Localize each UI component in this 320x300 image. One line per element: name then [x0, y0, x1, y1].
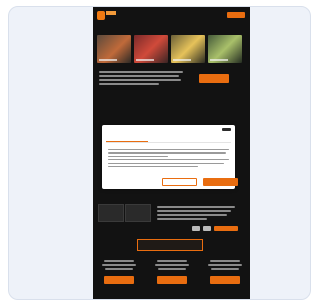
- consent-tab[interactable]: [189, 135, 231, 142]
- text-line: [99, 74, 179, 77]
- text-line: [108, 159, 229, 161]
- text-line: [108, 165, 198, 168]
- column-button[interactable]: [157, 275, 187, 284]
- text-line: [108, 152, 226, 154]
- text-line: [102, 263, 136, 266]
- gallery-image[interactable]: [171, 35, 205, 63]
- text-line: [157, 217, 207, 220]
- preview-card: [8, 6, 311, 300]
- feature-column: [97, 257, 141, 284]
- deny-button[interactable]: [162, 178, 197, 186]
- image-caption: [210, 59, 228, 61]
- text-line: [158, 267, 186, 270]
- info-box: [98, 204, 124, 222]
- text-line: [157, 206, 235, 208]
- feature-columns: [97, 257, 247, 284]
- cookie-consent-dialog: [102, 125, 238, 189]
- consent-tab[interactable]: [148, 135, 190, 142]
- text-line: [211, 267, 239, 270]
- header-cta-button[interactable]: [227, 12, 245, 18]
- text-line: [155, 263, 189, 266]
- text-line: [105, 267, 133, 270]
- image-gallery: [97, 35, 242, 63]
- text-line: [157, 209, 231, 212]
- text-line: [208, 263, 242, 266]
- allow-all-button[interactable]: [203, 178, 238, 186]
- consent-body: [108, 147, 229, 169]
- intro-button[interactable]: [199, 74, 229, 83]
- consent-provider-logo: [222, 128, 231, 131]
- consent-tab[interactable]: [106, 135, 148, 142]
- text-line: [108, 149, 229, 151]
- small-button[interactable]: [192, 226, 200, 231]
- info-text-block: [157, 206, 237, 222]
- brand-logo-wordmark: [106, 11, 116, 15]
- text-line: [104, 260, 134, 262]
- text-line: [99, 78, 181, 81]
- text-line: [157, 213, 227, 216]
- intro-text-block: [99, 71, 183, 87]
- consent-tabs: [106, 135, 231, 143]
- gallery-image[interactable]: [134, 35, 168, 63]
- text-line: [108, 162, 224, 164]
- text-line: [99, 82, 159, 85]
- section-title: [137, 239, 203, 251]
- small-button[interactable]: [214, 226, 238, 231]
- column-button[interactable]: [104, 275, 134, 284]
- image-caption: [173, 59, 191, 61]
- feature-column: [150, 257, 194, 284]
- text-line: [210, 260, 240, 262]
- column-button[interactable]: [210, 275, 240, 284]
- gallery-image[interactable]: [97, 35, 131, 63]
- info-box: [125, 204, 151, 222]
- text-line: [99, 71, 183, 73]
- brand-logo-icon[interactable]: [97, 11, 105, 20]
- small-button[interactable]: [203, 226, 211, 231]
- site-header: [93, 7, 250, 25]
- text-line: [157, 260, 187, 262]
- consent-actions: [162, 178, 238, 186]
- gallery-image[interactable]: [208, 35, 242, 63]
- image-caption: [136, 59, 154, 61]
- text-line: [108, 155, 168, 157]
- feature-column: [203, 257, 247, 284]
- image-caption: [99, 59, 117, 61]
